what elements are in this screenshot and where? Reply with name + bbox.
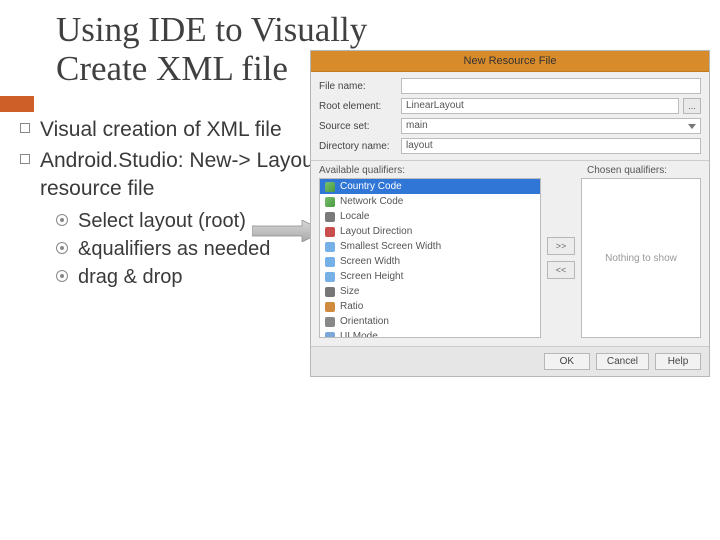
- direction-icon: [325, 227, 335, 237]
- item-label: Locale: [340, 211, 369, 222]
- qualifier-item-ratio[interactable]: Ratio: [320, 299, 540, 314]
- qualifier-item-screen-height[interactable]: Screen Height: [320, 269, 540, 284]
- dialog-actions: OK Cancel Help: [311, 346, 709, 376]
- sub-bullet-text: drag & drop: [78, 264, 183, 290]
- qualifiers-body: Country Code Network Code Locale Layout …: [311, 178, 709, 346]
- chosen-qualifiers-list[interactable]: Nothing to show: [581, 178, 701, 338]
- qualifier-item-country-code[interactable]: Country Code: [320, 179, 540, 194]
- ratio-icon: [325, 302, 335, 312]
- qualifier-transfer-buttons: >> <<: [547, 178, 575, 338]
- square-bullet-icon: [20, 154, 30, 164]
- sub-bullet-list: Select layout (root) &qualifiers as need…: [56, 208, 350, 290]
- qualifier-item-orientation[interactable]: Orientation: [320, 314, 540, 329]
- sub-bullet-text: &qualifiers as needed: [78, 236, 270, 262]
- title-line-2: Create XML file: [56, 49, 288, 88]
- dialog-title: New Resource File: [311, 51, 709, 72]
- qualifiers-header: Available qualifiers: Chosen qualifiers:: [311, 161, 709, 178]
- source-set-label: Source set:: [319, 121, 401, 132]
- target-bullet-icon: [56, 270, 68, 282]
- help-button[interactable]: Help: [655, 353, 701, 370]
- dialog-form: File name: Root element: LinearLayout ..…: [311, 72, 709, 161]
- target-bullet-icon: [56, 214, 68, 226]
- size-icon: [325, 287, 335, 297]
- qualifier-item-size[interactable]: Size: [320, 284, 540, 299]
- item-label: Orientation: [340, 316, 389, 327]
- accent-bar: [0, 96, 34, 112]
- qualifier-item-locale[interactable]: Locale: [320, 209, 540, 224]
- item-label: Screen Height: [340, 271, 403, 282]
- new-resource-dialog: New Resource File File name: Root elemen…: [310, 50, 710, 377]
- remove-qualifier-button[interactable]: <<: [547, 261, 575, 279]
- sub-bullet-text: Select layout (root): [78, 208, 246, 234]
- item-label: Smallest Screen Width: [340, 241, 441, 252]
- item-label: Size: [340, 286, 359, 297]
- qualifier-item-smallest-width[interactable]: Smallest Screen Width: [320, 239, 540, 254]
- chosen-qualifiers-label: Chosen qualifiers:: [581, 165, 701, 176]
- bullet-text: Android.Studio: New-> Layout resource fi…: [40, 147, 350, 202]
- item-label: Ratio: [340, 301, 363, 312]
- item-label: Country Code: [340, 181, 402, 192]
- directory-name-label: Directory name:: [319, 141, 401, 152]
- add-qualifier-button[interactable]: >>: [547, 237, 575, 255]
- bullet-2: Android.Studio: New-> Layout resource fi…: [20, 147, 350, 202]
- width-icon: [325, 242, 335, 252]
- target-bullet-icon: [56, 242, 68, 254]
- square-bullet-icon: [20, 123, 30, 133]
- file-name-input[interactable]: [401, 78, 701, 94]
- height-icon: [325, 272, 335, 282]
- sub-bullet-2: &qualifiers as needed: [56, 236, 350, 262]
- source-set-select[interactable]: main: [401, 118, 701, 134]
- bullet-1: Visual creation of XML file: [20, 116, 350, 143]
- root-element-label: Root element:: [319, 101, 401, 112]
- ui-mode-icon: [325, 332, 335, 339]
- item-label: Layout Direction: [340, 226, 412, 237]
- width-icon: [325, 257, 335, 267]
- item-label: Network Code: [340, 196, 403, 207]
- item-label: Screen Width: [340, 256, 400, 267]
- sub-bullet-1: Select layout (root): [56, 208, 350, 234]
- globe-icon: [325, 182, 335, 192]
- globe-icon: [325, 197, 335, 207]
- available-qualifiers-list[interactable]: Country Code Network Code Locale Layout …: [319, 178, 541, 338]
- qualifier-item-layout-direction[interactable]: Layout Direction: [320, 224, 540, 239]
- empty-list-label: Nothing to show: [605, 253, 677, 264]
- root-element-browse-button[interactable]: ...: [683, 98, 701, 114]
- file-name-label: File name:: [319, 81, 401, 92]
- bullet-list: Visual creation of XML file Android.Stud…: [20, 116, 350, 292]
- item-label: UI Mode: [340, 331, 378, 338]
- qualifier-item-screen-width[interactable]: Screen Width: [320, 254, 540, 269]
- root-element-input[interactable]: LinearLayout: [401, 98, 679, 114]
- ok-button[interactable]: OK: [544, 353, 590, 370]
- sub-bullet-3: drag & drop: [56, 264, 350, 290]
- available-qualifiers-label: Available qualifiers:: [319, 165, 553, 176]
- qualifier-item-network-code[interactable]: Network Code: [320, 194, 540, 209]
- bullet-text: Visual creation of XML file: [40, 116, 282, 143]
- qualifier-item-ui-mode[interactable]: UI Mode: [320, 329, 540, 338]
- directory-name-input[interactable]: layout: [401, 138, 701, 154]
- locale-icon: [325, 212, 335, 222]
- orientation-icon: [325, 317, 335, 327]
- title-line-1: Using IDE to Visually: [56, 10, 367, 49]
- cancel-button[interactable]: Cancel: [596, 353, 649, 370]
